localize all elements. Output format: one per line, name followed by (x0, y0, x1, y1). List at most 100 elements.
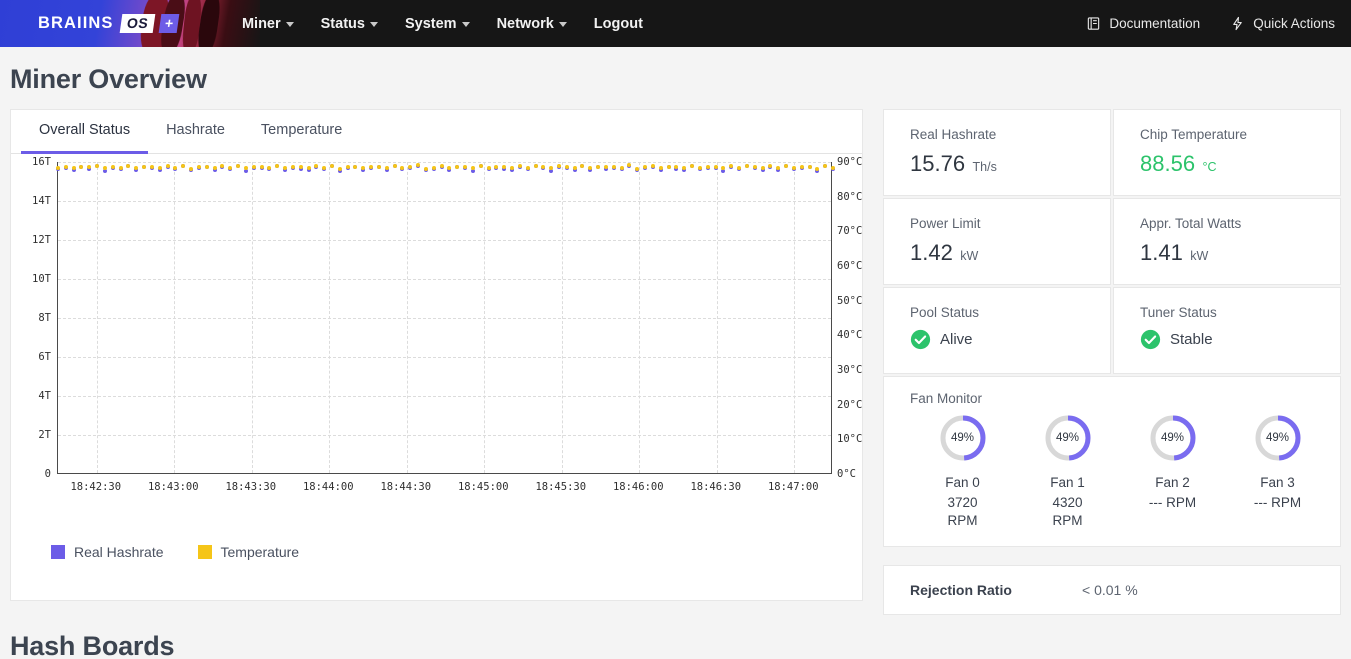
quick-actions-label: Quick Actions (1253, 16, 1335, 31)
chart-data-point (744, 163, 749, 168)
y-axis-left-tick: 10T (32, 273, 51, 285)
quick-actions-link[interactable]: Quick Actions (1230, 16, 1335, 31)
chevron-down-icon (285, 22, 294, 27)
check-circle-icon (910, 329, 931, 350)
chart-data-point (329, 164, 334, 169)
y-axis-right-tick: 80°C (837, 190, 863, 203)
chart-data-point (658, 165, 663, 170)
chart-data-point (517, 164, 522, 169)
gridline-vertical (329, 162, 331, 473)
chart-data-point (533, 163, 538, 168)
x-axis-tick: 18:44:30 (380, 481, 432, 493)
status-row: Alive (910, 329, 1110, 350)
chart-data-point (713, 164, 718, 169)
chart-data-point (666, 164, 671, 169)
chart-data-point (283, 165, 288, 170)
tab-hashrate[interactable]: Hashrate (148, 110, 243, 154)
x-axis-tick: 18:46:30 (690, 481, 742, 493)
chart-data-point (95, 164, 100, 169)
chart-data-point (196, 164, 201, 169)
fan-rpm-label: --- RPM (1253, 495, 1302, 510)
nav-item-network[interactable]: Network (497, 16, 567, 32)
stat-value: 1.42 (910, 240, 953, 265)
chart-data-point (611, 164, 616, 169)
stat-card-power-limit: Power Limit 1.42 kW (883, 198, 1111, 285)
x-axis-tick: 18:47:00 (767, 481, 819, 493)
stat-value: 88.56 (1140, 151, 1196, 176)
nav-item-logout[interactable]: Logout (594, 16, 643, 32)
chart-column: Overall Status Hashrate Temperature 0 2T 4… (10, 109, 863, 601)
tab-temperature[interactable]: Temperature (243, 110, 360, 154)
x-axis-tick: 18:43:00 (147, 481, 199, 493)
chart-data-point (189, 166, 194, 171)
chart-data-point (486, 165, 491, 170)
chevron-down-icon (558, 22, 567, 27)
logo-brand-text: BRAIINS (38, 14, 114, 32)
stat-card-tuner-status: Tuner Status Stable (1113, 287, 1341, 374)
main-nav-links: Miner Status System Network Logout (242, 16, 643, 32)
legend-item-temperature[interactable]: Temperature (197, 544, 299, 560)
chart-data-point (259, 165, 264, 170)
stat-label: Real Hashrate (910, 127, 997, 142)
chart-data-point (697, 165, 702, 170)
stat-value-row: 88.56 °C (1140, 151, 1340, 177)
y-axis-left-tick: 0 (44, 468, 51, 480)
chart-data-point (251, 164, 256, 169)
chart-data-point (752, 165, 757, 170)
top-navbar: BRAIINS OS + Miner Status System Network… (0, 0, 1351, 47)
chart-data-point (79, 164, 84, 169)
chart-data-point (376, 164, 381, 169)
chart-data-point (118, 165, 123, 170)
chevron-down-icon (461, 22, 470, 27)
chart-data-point (705, 164, 710, 169)
nav-item-system[interactable]: System (405, 16, 470, 32)
stat-unit: kW (960, 249, 979, 263)
fan-monitor-card: Fan Monitor 49% Fan 0 3720 RPM 49% Fan 1 4320… (883, 376, 1341, 548)
gridline-vertical (96, 162, 98, 473)
chart-data-point (690, 163, 695, 168)
chart-data-point (619, 165, 624, 170)
chart-data-point (494, 164, 499, 169)
nav-item-status[interactable]: Status (321, 16, 378, 32)
gridline-vertical (251, 162, 253, 473)
braiins-os-logo[interactable]: BRAIINS OS + (38, 14, 180, 33)
x-axis-tick: 18:46:00 (612, 481, 664, 493)
chart-data-point (815, 166, 820, 171)
legend-item-real-hashrate[interactable]: Real Hashrate (51, 544, 164, 560)
y-axis-right-tick: 20°C (837, 398, 863, 411)
stat-label: Appr. Total Watts (1140, 216, 1242, 231)
chart-data-point (627, 163, 632, 168)
chart-data-point (392, 163, 397, 168)
nav-item-miner[interactable]: Miner (242, 16, 294, 32)
chart-data-point (236, 163, 241, 168)
y-axis-left-tick: 12T (32, 234, 51, 246)
tab-overall-status[interactable]: Overall Status (21, 110, 149, 154)
chart-data-point (142, 164, 147, 169)
chart-data-point (455, 164, 460, 169)
stats-column: Real Hashrate 15.76 Th/s Chip Temperatur… (883, 109, 1341, 616)
overview-chart-card: Overall Status Hashrate Temperature 0 2T 4… (10, 109, 863, 601)
chart-data-point (439, 164, 444, 169)
chart-data-point (228, 165, 233, 170)
chart-data-point (760, 165, 765, 170)
nav-item-label: System (404, 15, 457, 32)
nav-item-label: Network (496, 15, 554, 32)
chart-data-point (580, 163, 585, 168)
documentation-link[interactable]: Documentation (1086, 16, 1200, 31)
chart-data-point (56, 165, 60, 170)
fan-rpm-label: 3720 RPM (947, 495, 978, 529)
nav-right-actions: Documentation Quick Actions (1086, 16, 1335, 31)
chart-data-point (306, 166, 311, 171)
x-axis-tick: 18:45:30 (535, 481, 587, 493)
chart-data-point (110, 164, 115, 169)
gridline-vertical (174, 162, 176, 473)
stat-card-real-hashrate: Real Hashrate 15.76 Th/s (883, 109, 1111, 196)
gridline-vertical (484, 162, 486, 473)
stat-unit: °C (1202, 160, 1217, 174)
stat-value-row: 15.76 Th/s (910, 151, 1110, 177)
gridline-vertical (794, 162, 796, 473)
fan-rpm-label: 4320 RPM (1052, 495, 1083, 529)
y-axis-right-tick: 10°C (837, 433, 863, 446)
fan-name-label: Fan 0 (945, 475, 980, 490)
chart-data-point (635, 166, 640, 171)
